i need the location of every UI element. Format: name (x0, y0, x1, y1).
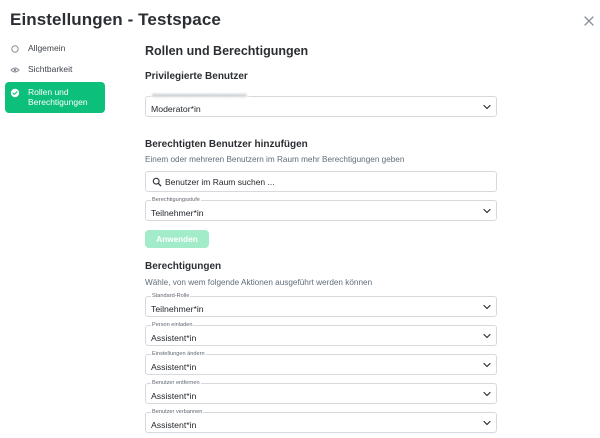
permission-level-value: Teilnehmer*in (151, 208, 204, 218)
privileged-users-label: ●●●●●●●●●●●●●●●●●●●●●●●●●●●● (151, 93, 248, 100)
chevron-down-icon (483, 333, 491, 339)
chevron-down-icon (483, 420, 491, 426)
user-search-box[interactable] (145, 171, 497, 192)
sidebar-item-roles-permissions[interactable]: Rollen und Berechtigungen (5, 82, 105, 113)
change-settings-select[interactable]: Einstellungen ändern Assistent*in (145, 351, 497, 375)
permissions-heading: Berechtigungen (145, 261, 222, 272)
settings-sidebar: Allgemein Sichtbarkeit Rollen und Berech… (5, 40, 105, 117)
ban-users-label: Benutzer verbannen (151, 409, 204, 416)
check-circle-icon (10, 88, 20, 98)
privileged-users-heading: Privilegierte Benutzer (145, 71, 248, 82)
remove-users-value: Assistent*in (151, 391, 197, 401)
change-settings-label: Einstellungen ändern (151, 351, 206, 358)
privileged-users-value: Moderator*in (151, 104, 201, 114)
remove-users-select[interactable]: Benutzer entfernen Assistent*in (145, 380, 497, 404)
sidebar-item-visibility[interactable]: Sichtbarkeit (5, 61, 105, 78)
add-users-heading: Berechtigten Benutzer hinzufügen (145, 139, 308, 150)
chevron-down-icon (483, 208, 491, 214)
default-role-value: Teilnehmer*in (151, 304, 204, 314)
invite-person-value: Assistent*in (151, 333, 197, 343)
sidebar-item-label: Sichtbarkeit (28, 64, 73, 74)
privileged-users-select[interactable]: ●●●●●●●●●●●●●●●●●●●●●●●●●●●● Moderator*i… (145, 93, 497, 117)
chevron-down-icon (483, 362, 491, 368)
add-users-description: Einem oder mehreren Benutzern im Raum me… (145, 155, 405, 164)
sidebar-item-label: Rollen und Berechtigungen (28, 87, 88, 107)
eye-icon (10, 65, 20, 75)
permission-level-select[interactable]: Berechtigungsstufe Teilnehmer*in (145, 197, 497, 221)
invite-person-label: Person einladen (151, 322, 194, 329)
permissions-description: Wähle, von wem folgende Aktionen ausgefü… (145, 278, 373, 287)
apply-button[interactable]: Anwenden (145, 230, 209, 248)
chevron-down-icon (483, 391, 491, 397)
circle-icon (10, 44, 20, 54)
default-role-label: Standard-Rolle (151, 293, 191, 300)
dialog-title: Einstellungen - Testspace (10, 10, 221, 29)
close-icon[interactable] (582, 14, 596, 28)
remove-users-label: Benutzer entfernen (151, 380, 201, 387)
page-title: Rollen und Berechtigungen (145, 44, 309, 58)
permission-level-label: Berechtigungsstufe (151, 197, 201, 204)
ban-users-value: Assistent*in (151, 420, 197, 430)
change-settings-value: Assistent*in (151, 362, 197, 372)
search-icon (152, 177, 162, 187)
invite-person-select[interactable]: Person einladen Assistent*in (145, 322, 497, 346)
ban-users-select[interactable]: Benutzer verbannen Assistent*in (145, 409, 497, 433)
chevron-down-icon (483, 304, 491, 310)
chevron-down-icon (483, 104, 491, 110)
sidebar-item-general[interactable]: Allgemein (5, 40, 105, 57)
default-role-select[interactable]: Standard-Rolle Teilnehmer*in (145, 293, 497, 317)
user-search-input[interactable] (165, 174, 485, 189)
sidebar-item-label: Allgemein (28, 43, 66, 53)
